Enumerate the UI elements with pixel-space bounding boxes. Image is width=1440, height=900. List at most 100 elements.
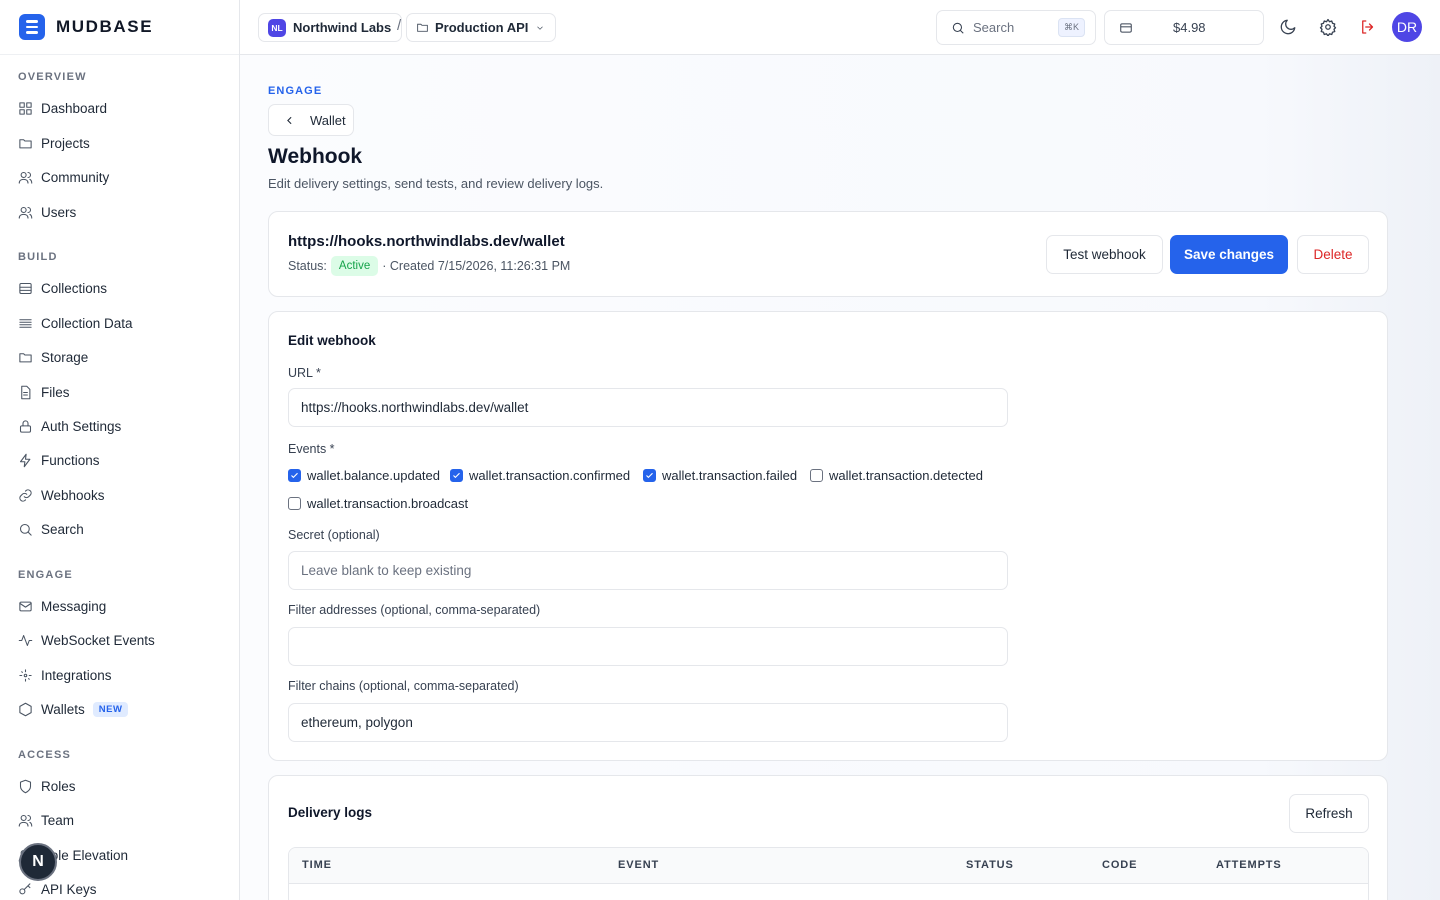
page-title: Webhook — [268, 145, 363, 168]
avatar[interactable]: DR — [1392, 12, 1422, 42]
grid-icon — [19, 101, 32, 115]
sidebar-item-roles[interactable]: Roles — [18, 775, 76, 797]
help-badge[interactable]: N — [19, 843, 57, 881]
sidebar-item-dashboard[interactable]: Dashboard — [18, 97, 107, 119]
sidebar-item-collections[interactable]: Collections — [18, 277, 107, 299]
key-icon — [19, 882, 31, 894]
sidebar-item-label: Team — [41, 812, 75, 828]
shortcut-hint: ⌘K — [1057, 18, 1085, 37]
section-overview: OVERVIEW — [18, 71, 87, 83]
section-build: BUILD — [18, 251, 58, 263]
org-switcher[interactable]: NL Northwind Labs — [258, 13, 403, 42]
sidebar-item-label: Webhooks — [41, 487, 105, 503]
status-badge: Active — [330, 256, 379, 276]
col-code: CODE — [1102, 859, 1138, 871]
balance-button[interactable]: $4.98 — [1104, 10, 1264, 45]
sidebar-item-integrations[interactable]: Integrations — [18, 664, 112, 686]
sidebar-item-users[interactable]: Users — [18, 201, 76, 223]
activity-icon — [18, 634, 33, 646]
webhook-url: https://hooks.northwindlabs.dev/wallet — [288, 233, 565, 250]
sidebar-item-websocket-events[interactable]: WebSocket Events — [18, 629, 155, 651]
brand[interactable]: MUDBASE — [0, 0, 239, 55]
sidebar-item-label: Roles — [41, 778, 76, 794]
filter-addresses-input[interactable] — [288, 627, 1008, 666]
sidebar-item-search[interactable]: Search — [18, 518, 84, 540]
users-icon — [18, 206, 33, 219]
sidebar-item-label: Search — [41, 521, 84, 537]
refresh-button[interactable]: Refresh — [1289, 794, 1369, 833]
sidebar-item-webhooks[interactable]: Webhooks — [18, 484, 105, 506]
col-status: STATUS — [966, 859, 1014, 871]
org-name: Northwind Labs — [293, 20, 392, 35]
event-checkbox-transaction-failed[interactable]: wallet.transaction.failed — [643, 468, 797, 483]
event-checkbox-transaction-broadcast[interactable]: wallet.transaction.broadcast — [288, 496, 468, 511]
event-checkbox-transaction-confirmed[interactable]: wallet.transaction.confirmed — [450, 468, 630, 483]
sidebar-item-collection-data[interactable]: Collection Data — [18, 312, 133, 334]
chains-label: Filter chains (optional, comma-separated… — [288, 679, 519, 693]
topbar: NL Northwind Labs / Production API Searc… — [240, 0, 1440, 55]
save-button[interactable]: Save changes — [1170, 235, 1288, 274]
checkbox-checked-icon — [643, 469, 656, 482]
delivery-logs-table: TIME EVENT STATUS CODE ATTEMPTS — [288, 847, 1369, 900]
event-label: wallet.transaction.detected — [829, 468, 983, 483]
secret-input[interactable] — [288, 551, 1008, 590]
secret-label: Secret (optional) — [288, 528, 380, 542]
sidebar-item-messaging[interactable]: Messaging — [18, 595, 106, 617]
checkbox-unchecked-icon — [288, 497, 301, 510]
sidebar-item-storage[interactable]: Storage — [18, 346, 88, 368]
sidebar-item-label: Projects — [41, 135, 90, 151]
folder-icon — [19, 352, 32, 362]
database-icon — [19, 282, 32, 294]
sidebar-item-label: Auth Settings — [41, 418, 122, 434]
sidebar-item-functions[interactable]: Functions — [18, 449, 100, 471]
checkbox-unchecked-icon — [810, 469, 823, 482]
search-button[interactable]: Search ⌘K — [936, 10, 1096, 45]
test-webhook-button[interactable]: Test webhook — [1046, 235, 1163, 274]
theme-toggle[interactable] — [1278, 17, 1298, 37]
sidebar-item-projects[interactable]: Projects — [18, 132, 90, 154]
credit-card-icon — [1120, 22, 1132, 33]
settings-button[interactable] — [1318, 17, 1338, 37]
webhook-summary-card: https://hooks.northwindlabs.dev/wallet S… — [268, 211, 1388, 297]
section-engage: ENGAGE — [18, 569, 73, 581]
sidebar-item-label: Functions — [41, 452, 100, 468]
url-input[interactable] — [288, 388, 1008, 427]
project-switcher[interactable]: Production API — [406, 13, 557, 42]
back-button[interactable]: Wallet — [268, 104, 354, 136]
back-label: Wallet — [310, 112, 346, 128]
event-label: wallet.transaction.failed — [662, 468, 798, 483]
project-name: Production API — [435, 20, 529, 35]
filter-chains-input[interactable] — [288, 703, 1008, 742]
event-checkbox-transaction-detected[interactable]: wallet.transaction.detected — [810, 468, 983, 483]
section-eyebrow: ENGAGE — [268, 85, 323, 97]
sidebar-item-label: Integrations — [41, 667, 112, 683]
shield-icon — [19, 779, 32, 793]
col-event: EVENT — [618, 859, 660, 871]
checkbox-checked-icon — [450, 469, 463, 482]
edit-webhook-card: Edit webhook URL * Events * wallet.balan… — [268, 311, 1388, 761]
file-icon — [21, 385, 31, 399]
sidebar-item-label: Users — [41, 204, 77, 220]
sidebar-item-label: API Keys — [41, 881, 97, 897]
org-initials: NL — [268, 18, 286, 37]
sidebar-item-label: Collections — [41, 280, 108, 296]
col-time: TIME — [302, 859, 332, 871]
users-icon — [18, 171, 33, 184]
sidebar-item-label: Wallets — [41, 701, 85, 717]
sidebar-item-team[interactable]: Team — [18, 809, 74, 831]
logout-button[interactable] — [1358, 17, 1378, 37]
sidebar-item-wallets[interactable]: Wallets NEW — [18, 698, 129, 720]
folder-icon — [19, 138, 32, 148]
sidebar-item-auth-settings[interactable]: Auth Settings — [18, 415, 121, 437]
sidebar-item-community[interactable]: Community — [18, 166, 109, 188]
search-icon — [19, 523, 32, 536]
main-content: ENGAGE Wallet Webhook Edit delivery sett… — [240, 55, 1440, 900]
delete-button[interactable]: Delete — [1297, 235, 1369, 274]
chevron-left-icon — [287, 116, 292, 124]
created-text: · Created 7/15/2026, 11:26:31 PM — [382, 259, 571, 273]
sidebar-item-files[interactable]: Files — [18, 381, 70, 403]
sidebar-item-api-keys[interactable]: API Keys — [18, 878, 97, 900]
event-checkbox-balance-updated[interactable]: wallet.balance.updated — [288, 468, 440, 483]
event-label: wallet.transaction.confirmed — [469, 468, 631, 483]
webhook-meta: Status: Active · Created 7/15/2026, 11:2… — [288, 256, 570, 276]
